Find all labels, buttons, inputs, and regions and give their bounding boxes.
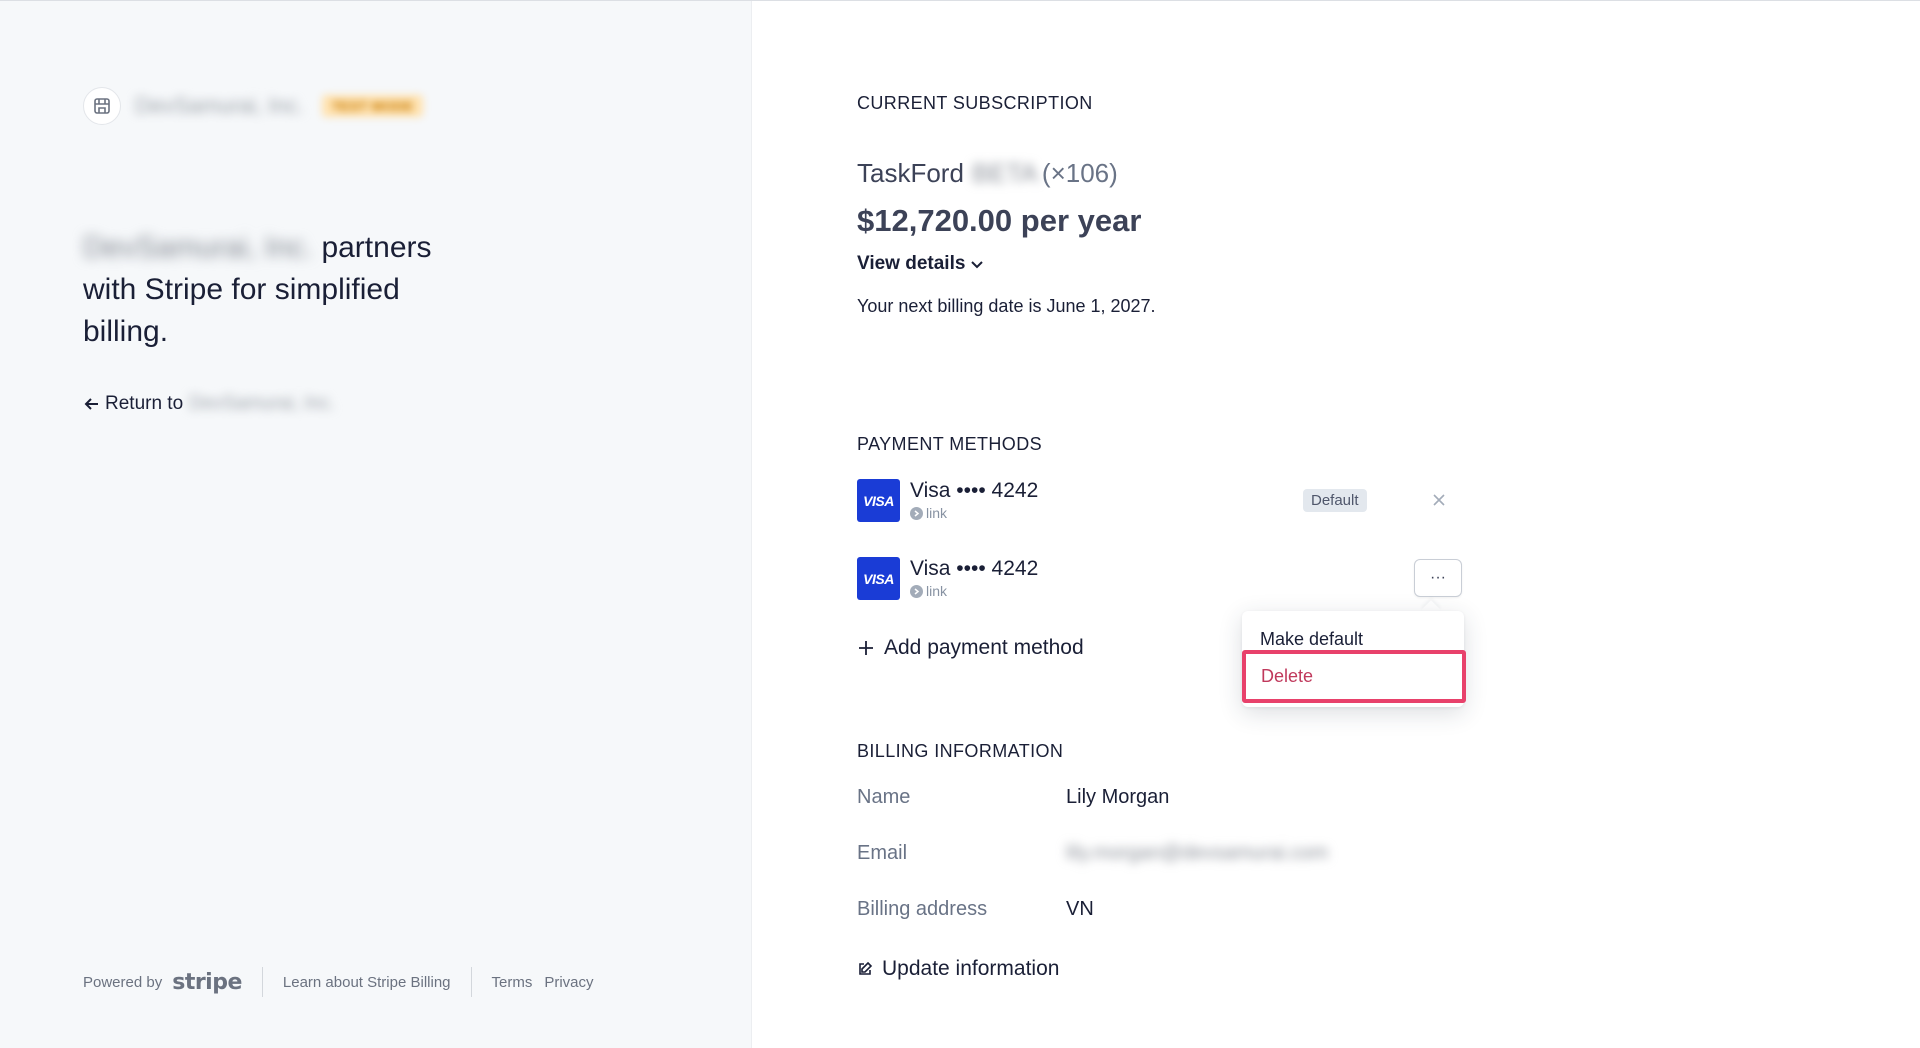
current-subscription-title: CURRENT SUBSCRIPTION	[857, 93, 1093, 113]
return-label: Return to	[105, 393, 184, 414]
return-target: DevSamurai, Inc.	[189, 393, 335, 414]
add-payment-method-label: Add payment method	[884, 636, 1084, 659]
product-name: TaskFord	[857, 158, 964, 188]
more-options-button[interactable]: ···	[1414, 559, 1462, 597]
privacy-link[interactable]: Privacy	[544, 974, 593, 991]
billing-information-title: BILLING INFORMATION	[857, 741, 1064, 761]
tagline-merchant-name: DevSamurai, Inc.	[83, 231, 314, 264]
name-label: Name	[857, 786, 911, 808]
return-link[interactable]: Return to DevSamurai, Inc.	[83, 393, 335, 415]
edit-icon	[859, 961, 873, 975]
visa-card-icon: VISA	[857, 479, 900, 522]
link-label: link	[926, 583, 948, 599]
view-details-label: View details	[857, 253, 966, 274]
payment-method-row: VISA Visa •••• 4242 link	[857, 479, 1038, 522]
merchant-panel: DevSamurai, Inc. TEST MODE DevSamurai, I…	[0, 1, 752, 1048]
stripe-logo[interactable]: stripe	[172, 970, 242, 995]
email-value: lily.morgan@devsamurai.com	[1066, 842, 1329, 864]
default-badge: Default	[1303, 489, 1367, 512]
visa-card-icon: VISA	[857, 557, 900, 600]
payment-method-label: Visa •••• 4242	[910, 557, 1039, 580]
view-details-button[interactable]: View details	[857, 253, 986, 275]
footer-divider	[470, 967, 472, 997]
make-default-menu-item[interactable]: Make default	[1260, 629, 1363, 650]
add-payment-method-button[interactable]: Add payment method	[857, 636, 1084, 660]
merchant-tagline: DevSamurai, Inc. partners with Stripe fo…	[83, 227, 483, 353]
subscription-price: $12,720.00 per year	[857, 203, 1142, 238]
billing-address-value: VN	[1066, 898, 1094, 920]
subscription-plan: TaskFord BETA (×106)	[857, 158, 1118, 189]
chevron-down-icon	[971, 261, 984, 269]
merchant-brand: DevSamurai, Inc. TEST MODE	[83, 87, 424, 125]
billing-address-label: Billing address	[857, 898, 988, 920]
link-label: link	[926, 505, 948, 521]
payment-methods-title: PAYMENT METHODS	[857, 434, 1043, 454]
update-information-label: Update information	[882, 957, 1060, 980]
plus-icon	[859, 641, 873, 655]
delete-label: Delete	[1261, 666, 1314, 686]
name-value: Lily Morgan	[1066, 786, 1170, 808]
delete-menu-item[interactable]: Delete	[1242, 650, 1466, 703]
billing-portal: CURRENT SUBSCRIPTION TaskFord BETA (×106…	[857, 0, 1857, 1048]
plan-quantity: (×106)	[1041, 158, 1118, 188]
arrow-left-icon	[84, 398, 98, 410]
payment-method-row: VISA Visa •••• 4242 link	[857, 557, 1038, 600]
update-information-button[interactable]: Update information	[857, 957, 1059, 981]
footer-divider	[261, 967, 263, 997]
plan-tier: BETA	[971, 158, 1038, 188]
payment-method-label: Visa •••• 4242	[910, 479, 1039, 502]
email-label: Email	[857, 842, 908, 864]
powered-by-text: Powered by	[83, 973, 163, 991]
store-icon	[83, 87, 121, 125]
link-indicator: link	[910, 505, 1038, 521]
learn-billing-link[interactable]: Learn about Stripe Billing	[283, 974, 451, 991]
terms-link[interactable]: Terms	[492, 974, 533, 991]
close-icon[interactable]	[1428, 489, 1450, 511]
test-mode-badge: TEST MODE	[321, 95, 424, 117]
link-icon	[910, 584, 923, 598]
merchant-name: DevSamurai, Inc.	[135, 93, 304, 118]
footer: Powered by stripe Learn about Stripe Bil…	[83, 967, 594, 997]
next-billing-date: Your next billing date is June 1, 2027.	[857, 296, 1156, 316]
link-indicator: link	[910, 583, 1038, 599]
link-icon	[910, 506, 923, 520]
